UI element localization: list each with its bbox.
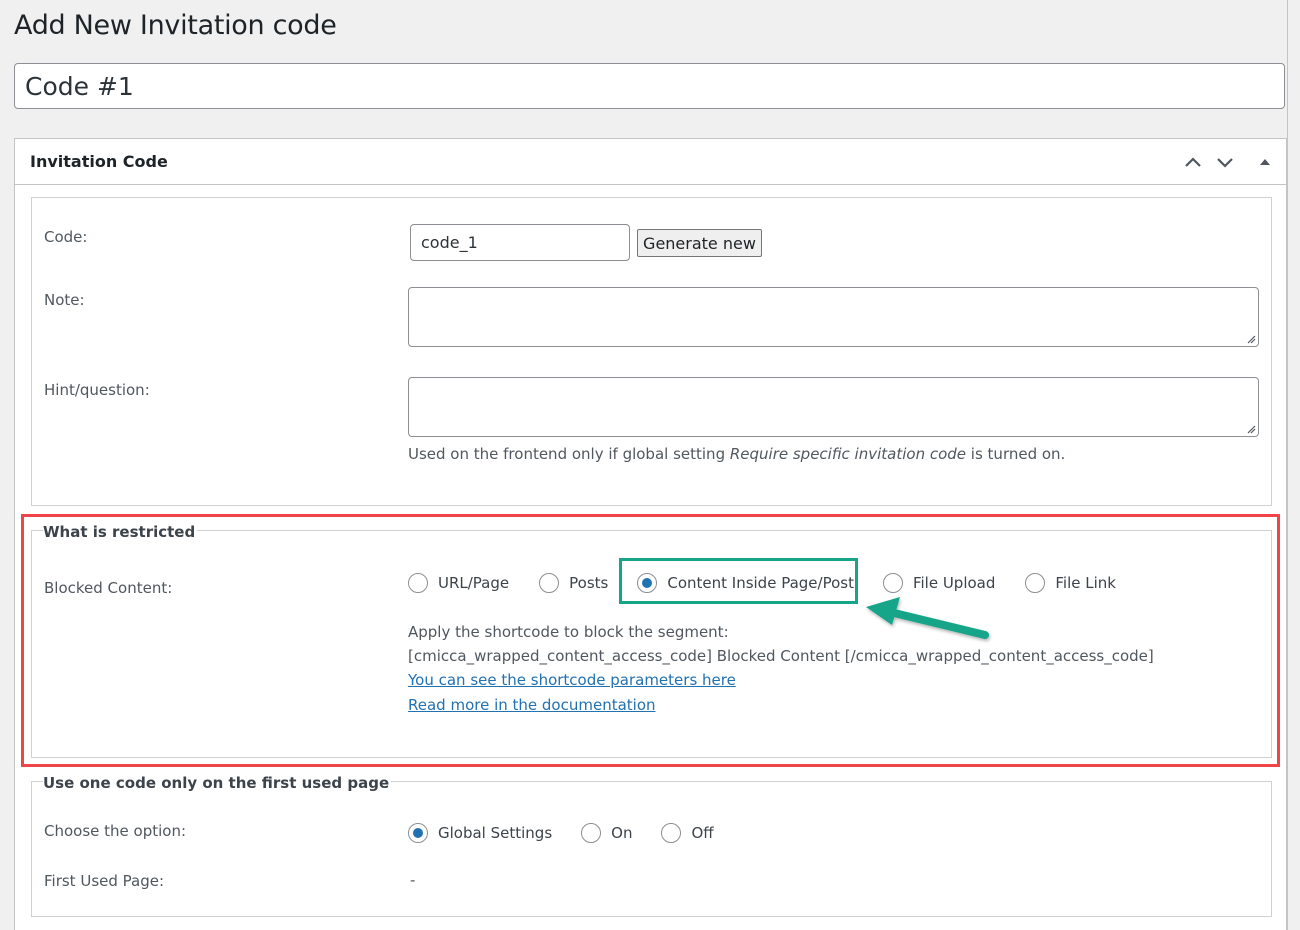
move-up-button[interactable] (1181, 151, 1205, 173)
radio-label: Global Settings (438, 824, 553, 842)
documentation-link[interactable]: Read more in the documentation (408, 696, 656, 714)
radio-button[interactable] (1025, 573, 1046, 593)
blocked-content-radio-group: URL/Page Posts Content Inside Page/Post … (408, 573, 1116, 593)
choose-option-label: Choose the option: (44, 822, 187, 840)
hint-textarea[interactable] (408, 377, 1259, 437)
move-down-button[interactable] (1213, 151, 1237, 173)
metabox-header: Invitation Code (15, 139, 1286, 185)
annotation-arrow-icon (866, 597, 989, 639)
resize-grip-icon[interactable] (1246, 334, 1256, 344)
radio-file-upload[interactable]: File Upload (882, 573, 996, 593)
code-input[interactable] (410, 224, 630, 261)
blocked-content-label: Blocked Content: (44, 579, 173, 597)
radio-file-link[interactable]: File Link (1025, 573, 1116, 593)
radio-url-page[interactable]: URL/Page (408, 573, 509, 593)
page-title: Add New Invitation code (14, 10, 337, 41)
radio-button[interactable] (882, 573, 903, 593)
radio-label: Off (691, 824, 714, 842)
first-page-fieldset: Choose the option: Global Settings On Of… (31, 781, 1272, 917)
radio-global-settings[interactable]: Global Settings (408, 823, 552, 843)
hint-label: Hint/question: (44, 381, 150, 399)
radio-button[interactable] (408, 573, 428, 593)
first-page-radio-group: Global Settings On Off (408, 823, 714, 843)
invitation-code-metabox: Invitation Code Code: Generate new Note:… (14, 138, 1287, 930)
radio-on[interactable]: On (581, 823, 632, 843)
radio-label: URL/Page (438, 574, 510, 592)
metabox-title[interactable]: Invitation Code (30, 152, 168, 171)
page-edge-divider (1287, 0, 1288, 930)
restricted-fieldset: Blocked Content: URL/Page Posts Content … (31, 530, 1272, 758)
generate-new-button[interactable]: Generate new (637, 229, 762, 257)
resize-grip-icon[interactable] (1246, 424, 1256, 434)
shortcode-example: [cmicca_wrapped_content_access_code] Blo… (408, 647, 1154, 665)
radio-content-inside-page-post[interactable]: Content Inside Page/Post (637, 573, 854, 593)
restricted-legend: What is restricted (43, 523, 198, 541)
hint-desc-text: Used on the frontend only if global sett… (408, 445, 730, 463)
radio-label: Posts (569, 574, 609, 592)
chevron-up-icon (1185, 157, 1201, 167)
first-used-page-value: - (410, 871, 416, 889)
hint-desc-setting-name: Require specific invitation code (729, 445, 967, 463)
radio-button-checked[interactable] (637, 573, 658, 593)
hint-description: Used on the frontend only if global sett… (408, 445, 1065, 463)
radio-off[interactable]: Off (661, 823, 714, 843)
radio-button[interactable] (581, 823, 602, 843)
radio-button[interactable] (539, 573, 560, 593)
chevron-down-icon (1217, 158, 1233, 168)
radio-label: File Upload (912, 574, 996, 592)
shortcode-parameters-link[interactable]: You can see the shortcode parameters her… (408, 671, 736, 689)
code-label: Code: (44, 228, 88, 246)
first-page-legend: Use one code only on the first used page (43, 774, 392, 792)
note-textarea[interactable] (408, 287, 1259, 347)
radio-label: Content Inside Page/Post (667, 574, 854, 592)
hint-desc-text-end: is turned on. (966, 445, 1066, 463)
radio-label: File Link (1055, 574, 1116, 592)
triangle-up-icon (1260, 159, 1270, 165)
first-used-page-label: First Used Page: (44, 872, 165, 890)
note-label: Note: (44, 291, 85, 309)
general-fieldset: Code: Generate new Note: Hint/question: … (31, 197, 1272, 506)
shortcode-instruction: Apply the shortcode to block the segment… (408, 623, 729, 641)
radio-label: On (611, 824, 633, 842)
toggle-panel-button[interactable] (1253, 151, 1277, 173)
post-title-input[interactable] (14, 63, 1285, 109)
radio-button[interactable] (661, 823, 682, 843)
radio-posts[interactable]: Posts (539, 573, 608, 593)
radio-button-checked[interactable] (408, 823, 428, 843)
